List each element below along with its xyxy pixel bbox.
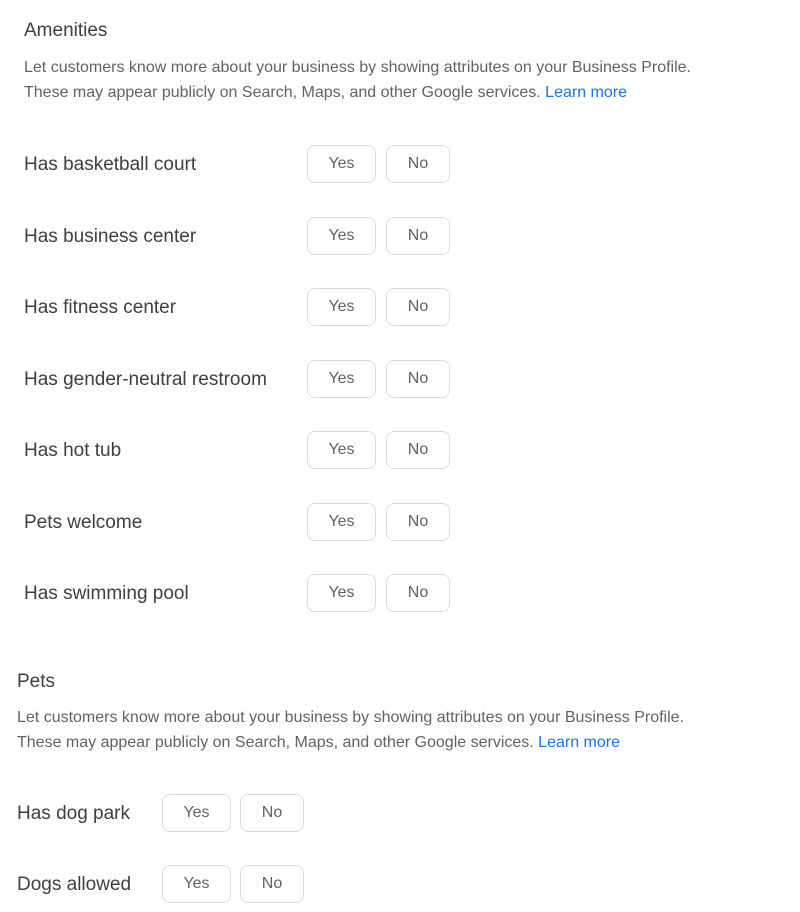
yes-button[interactable]: Yes	[307, 360, 376, 398]
amenities-title: Amenities	[24, 20, 108, 41]
yes-button[interactable]: Yes	[307, 217, 376, 255]
yes-button[interactable]: Yes	[162, 865, 231, 903]
no-button[interactable]: No	[386, 217, 450, 255]
pets-description-line2: These may appear publicly on Search, Map…	[17, 730, 684, 755]
yes-button[interactable]: Yes	[307, 288, 376, 326]
amenities-learn-more-link[interactable]: Learn more	[545, 84, 627, 101]
no-button[interactable]: No	[386, 503, 450, 541]
no-button[interactable]: No	[386, 145, 450, 183]
no-button[interactable]: No	[386, 431, 450, 469]
pets-label: Has dog park	[17, 803, 131, 824]
pets-title: Pets	[17, 671, 56, 692]
yes-button[interactable]: Yes	[307, 503, 376, 541]
amenity-label: Has hot tub	[24, 440, 122, 461]
yes-button[interactable]: Yes	[162, 794, 231, 832]
no-button[interactable]: No	[386, 360, 450, 398]
yes-button[interactable]: Yes	[307, 145, 376, 183]
amenities-description-line2: These may appear publicly on Search, Map…	[24, 80, 691, 105]
amenities-description-line1: Let customers know more about your busin…	[24, 59, 691, 76]
no-button[interactable]: No	[240, 794, 304, 832]
no-button[interactable]: No	[386, 574, 450, 612]
yes-button[interactable]: Yes	[307, 574, 376, 612]
amenities-description-line2-text: These may appear publicly on Search, Map…	[24, 84, 541, 101]
no-button[interactable]: No	[386, 288, 450, 326]
amenity-label: Has fitness center	[24, 297, 177, 318]
amenity-label: Pets welcome	[24, 512, 143, 533]
amenity-label: Has swimming pool	[24, 583, 189, 604]
amenities-description: Let customers know more about your busin…	[24, 55, 691, 105]
amenity-label: Has gender-neutral restroom	[24, 369, 267, 390]
no-button[interactable]: No	[240, 865, 304, 903]
pets-learn-more-link[interactable]: Learn more	[538, 734, 620, 751]
pets-label: Dogs allowed	[17, 874, 132, 895]
amenity-label: Has basketball court	[24, 154, 197, 175]
amenity-label: Has business center	[24, 226, 197, 247]
pets-description-line2-text: These may appear publicly on Search, Map…	[17, 734, 534, 751]
yes-button[interactable]: Yes	[307, 431, 376, 469]
pets-description: Let customers know more about your busin…	[17, 705, 684, 755]
pets-description-line1: Let customers know more about your busin…	[17, 709, 684, 726]
